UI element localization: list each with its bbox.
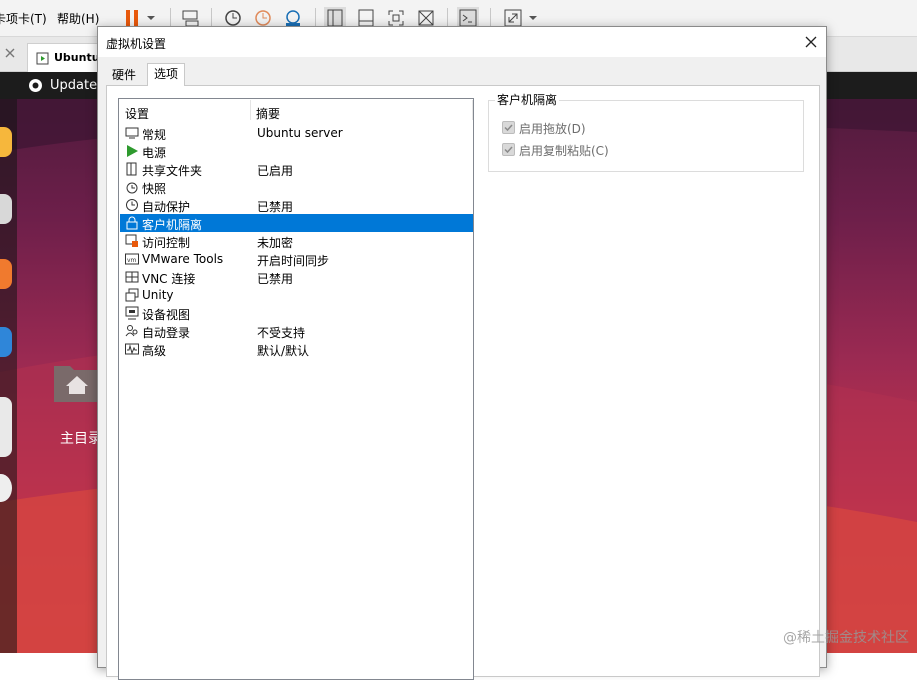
- settings-row-power[interactable]: 电源: [120, 142, 473, 160]
- settings-row-shared-folders[interactable]: 共享文件夹 已启用: [120, 160, 473, 178]
- lock-icon: [125, 216, 139, 230]
- row-name: 常规: [142, 128, 167, 142]
- column-divider[interactable]: [472, 100, 473, 120]
- close-icon: [805, 36, 817, 48]
- ubuntu-dock: [0, 99, 17, 653]
- toolbar-separator: [170, 8, 171, 28]
- dock-app-icon[interactable]: [0, 327, 12, 357]
- close-tab-icon[interactable]: [4, 47, 16, 62]
- settings-row-snapshots[interactable]: 快照: [120, 178, 473, 196]
- users-icon: [125, 324, 139, 338]
- unity-icon: [125, 288, 139, 302]
- close-button[interactable]: [798, 29, 824, 55]
- column-divider[interactable]: [250, 100, 251, 120]
- row-name: VMware Tools: [142, 252, 224, 266]
- settings-row-device-view[interactable]: 设备视图: [120, 304, 473, 322]
- topbar-app-label: Update: [50, 78, 98, 93]
- dock-app-icon[interactable]: [0, 127, 12, 157]
- settings-row-unity[interactable]: Unity: [120, 286, 473, 304]
- menu-help[interactable]: 帮助(H): [57, 10, 99, 27]
- row-name: 设备视图: [142, 308, 191, 322]
- vm-icon: vm: [125, 252, 139, 266]
- row-name: 自动保护: [142, 200, 191, 214]
- toolbar-separator: [315, 8, 316, 28]
- ubuntu-logo-icon: [28, 78, 43, 96]
- toolbar-separator: [490, 8, 491, 28]
- vm-settings-dialog: 虚拟机设置 硬件 选项 设置 摘要 常规 Ubuntu server 电源 共享…: [97, 26, 827, 680]
- dock-app-icon[interactable]: [0, 397, 12, 457]
- settings-row-vnc[interactable]: VNC 连接 已禁用: [120, 268, 473, 286]
- monitor-icon: [125, 126, 139, 140]
- column-header-summary[interactable]: 摘要: [256, 105, 280, 122]
- device-view-icon: [125, 306, 139, 320]
- row-name: 共享文件夹: [142, 164, 203, 178]
- row-summary: 不受支持: [257, 326, 306, 340]
- tab-options[interactable]: 选项: [147, 63, 186, 86]
- checkbox-label: 启用复制粘贴(C): [519, 144, 609, 158]
- row-summary: Ubuntu server: [257, 126, 343, 140]
- row-name: 高级: [142, 344, 167, 358]
- dialog-title: 虚拟机设置: [106, 37, 167, 51]
- settings-row-access-control[interactable]: 访问控制 未加密: [120, 232, 473, 250]
- dialog-titlebar: 虚拟机设置: [98, 27, 826, 57]
- row-name: 快照: [142, 182, 167, 196]
- settings-row-guest-isolation[interactable]: 客户机隔离: [120, 214, 473, 232]
- row-name: Unity: [142, 288, 174, 302]
- snapshot-icon: [125, 180, 139, 194]
- column-header-setting[interactable]: 设置: [125, 105, 149, 122]
- row-name: 自动登录: [142, 326, 191, 340]
- toolbar-separator: [447, 8, 448, 28]
- waveform-icon: [125, 342, 139, 356]
- settings-row-autologin[interactable]: 自动登录 不受支持: [120, 322, 473, 340]
- home-folder-icon[interactable]: [52, 360, 102, 407]
- row-summary: 默认/默认: [257, 344, 310, 358]
- menu-tabs[interactable]: 卡项卡(T): [0, 10, 47, 27]
- vnc-icon: [125, 270, 139, 284]
- dock-app-icon[interactable]: [0, 259, 12, 289]
- row-name: VNC 连接: [142, 272, 196, 286]
- watermark: @稀土掘金技术社区: [783, 630, 909, 646]
- settings-list[interactable]: 设置 摘要 常规 Ubuntu server 电源 共享文件夹 已启用 快照 自…: [118, 98, 474, 680]
- toolbar-separator: [211, 8, 212, 28]
- shared-folder-icon: [125, 162, 139, 176]
- settings-row-autoprotect[interactable]: 自动保护 已禁用: [120, 196, 473, 214]
- checkbox-box: [502, 143, 515, 156]
- vm-tab-label: Ubuntu: [54, 51, 100, 64]
- dock-app-icon[interactable]: [0, 474, 12, 502]
- checkbox-box: [502, 121, 515, 134]
- clock-icon: [125, 198, 139, 212]
- group-title: 客户机隔离: [495, 91, 560, 108]
- row-summary: 已禁用: [257, 272, 294, 286]
- settings-row-vmware-tools[interactable]: vm VMware Tools 开启时间同步: [120, 250, 473, 268]
- play-icon: [125, 144, 139, 158]
- options-panel: 设置 摘要 常规 Ubuntu server 电源 共享文件夹 已启用 快照 自…: [106, 85, 820, 680]
- list-header: 设置 摘要: [119, 99, 473, 121]
- row-name: 访问控制: [142, 236, 191, 250]
- dock-app-icon[interactable]: [0, 194, 12, 224]
- home-folder-label: 主目录: [60, 431, 102, 447]
- row-name: 客户机隔离: [142, 218, 203, 232]
- settings-row-general[interactable]: 常规 Ubuntu server: [120, 124, 473, 142]
- row-summary: 开启时间同步: [257, 254, 330, 268]
- vm-tab-icon: [36, 52, 49, 68]
- tab-hardware[interactable]: 硬件: [106, 65, 142, 85]
- row-summary: 已禁用: [257, 200, 294, 214]
- settings-row-advanced[interactable]: 高级 默认/默认: [120, 340, 473, 358]
- access-control-icon: [125, 234, 139, 248]
- row-name: 电源: [142, 146, 167, 160]
- checkbox-label: 启用拖放(D): [519, 122, 586, 136]
- svg-text:vm: vm: [127, 257, 137, 264]
- row-summary: 未加密: [257, 236, 294, 250]
- row-summary: 已启用: [257, 164, 294, 178]
